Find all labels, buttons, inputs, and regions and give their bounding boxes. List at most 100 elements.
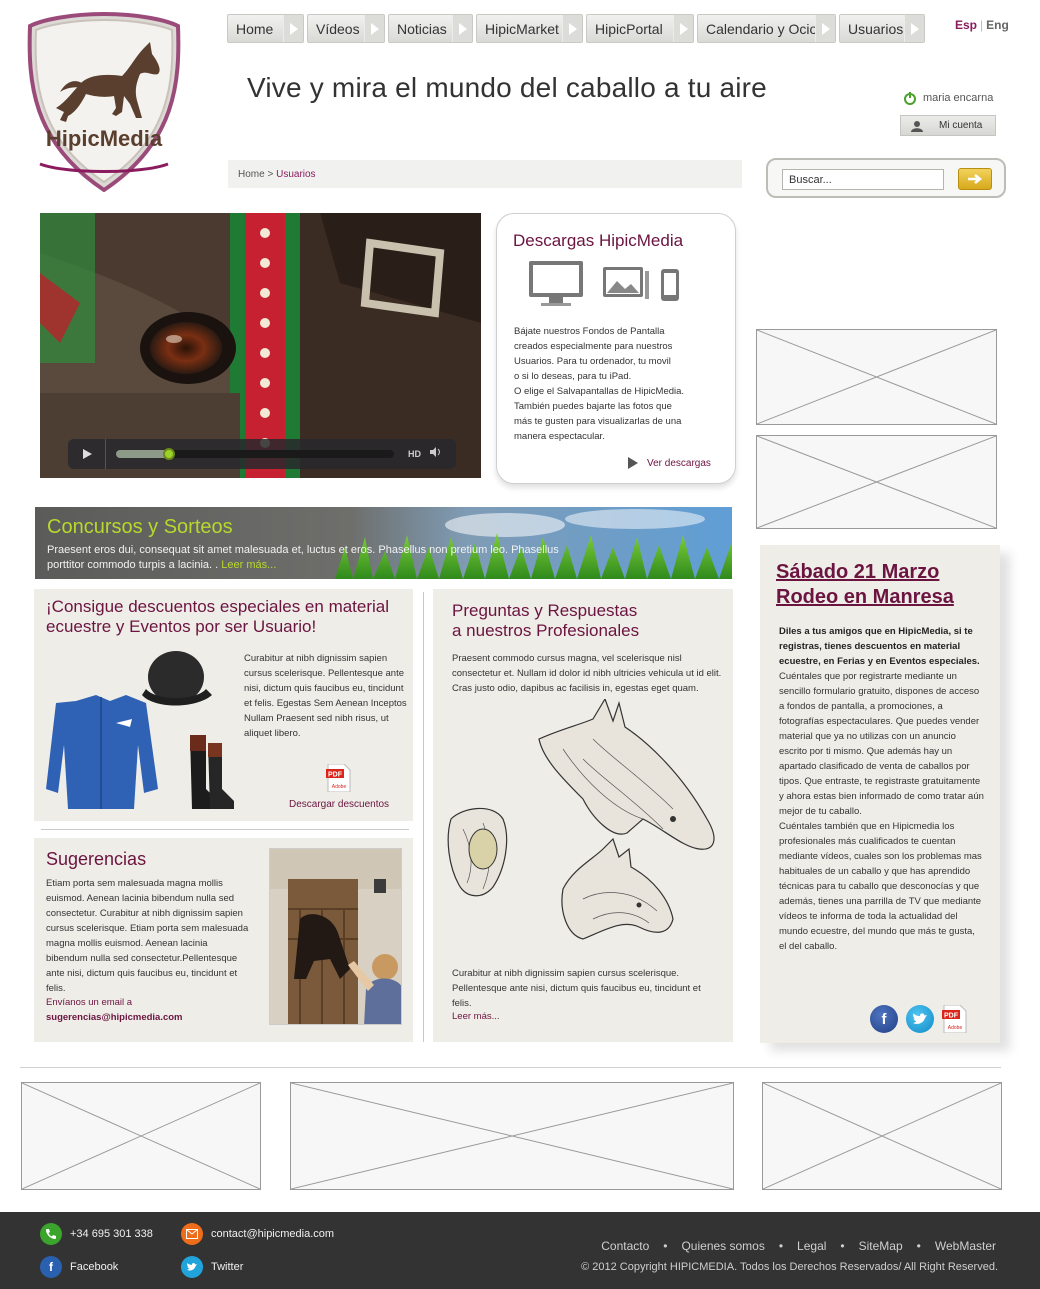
main-nav: Home Vídeos Noticias HipicMarket HipicPo… bbox=[227, 14, 925, 43]
search-button[interactable] bbox=[958, 168, 992, 190]
nav-videos[interactable]: Vídeos bbox=[307, 14, 385, 43]
nav-hipicmarket[interactable]: HipicMarket bbox=[476, 14, 583, 43]
volume-button[interactable] bbox=[429, 445, 441, 463]
event-text-body: Cuéntales que por registrarte mediante u… bbox=[779, 671, 984, 817]
chevron-right-icon bbox=[815, 15, 835, 42]
pdf-adobe-label: Adobe bbox=[948, 1025, 963, 1031]
divider bbox=[423, 592, 424, 1042]
nav-usuarios[interactable]: Usuarios bbox=[839, 14, 925, 43]
nav-label: Calendario y Ocio bbox=[706, 20, 818, 37]
suggestions-email-link[interactable]: sugerencias@hipicmedia.com bbox=[46, 1012, 183, 1023]
event-text-bold: Diles a tus amigos que en HipicMedia, si… bbox=[779, 626, 980, 667]
nav-home[interactable]: Home bbox=[227, 14, 304, 43]
riding-jacket bbox=[46, 695, 158, 809]
event-text: Diles a tus amigos que en HipicMedia, si… bbox=[779, 624, 984, 954]
faq-text-secondary: Curabitur at nibh dignissim sapien cursu… bbox=[452, 968, 701, 1009]
footer-link-webmaster[interactable]: WebMaster bbox=[935, 1239, 996, 1253]
breadcrumb: Home > Usuarios bbox=[228, 160, 742, 188]
divider bbox=[41, 829, 409, 830]
lang-eng[interactable]: Eng bbox=[986, 18, 1009, 32]
faq-read-more-link[interactable]: Leer más... bbox=[452, 1011, 500, 1022]
ad-placeholder-1 bbox=[756, 329, 997, 425]
faq-title-line: Preguntas y Respuestas bbox=[452, 601, 638, 620]
footer-link-separator: • bbox=[663, 1239, 668, 1253]
footer-link-separator: • bbox=[778, 1239, 784, 1253]
twitter-icon[interactable] bbox=[906, 1005, 934, 1033]
contests-description: Praesent eros dui, consequat sit amet ma… bbox=[47, 544, 559, 571]
hd-toggle[interactable]: HD bbox=[408, 449, 421, 459]
footer-facebook[interactable]: f Facebook bbox=[40, 1256, 118, 1278]
discounts-title: ¡Consigue descuentos especiales en mater… bbox=[46, 597, 390, 636]
video-progress-handle[interactable] bbox=[162, 448, 175, 460]
video-progress-bar[interactable] bbox=[116, 448, 394, 460]
search-input[interactable] bbox=[782, 169, 944, 190]
footer-link-sitemap[interactable]: SiteMap bbox=[859, 1239, 903, 1253]
chevron-right-icon bbox=[904, 15, 924, 42]
suggestions-email-intro: Envíanos un email a bbox=[46, 997, 133, 1008]
svg-text:PDF: PDF bbox=[328, 772, 343, 779]
page-tagline: Vive y mira el mundo del caballo a tu ai… bbox=[247, 72, 767, 103]
event-text-body-2: Cuéntales también que en Hipicmedia los … bbox=[779, 821, 982, 952]
nav-label: Home bbox=[236, 20, 274, 37]
logo-text: HipicMedia bbox=[46, 126, 163, 151]
footer-link-legal[interactable]: Legal bbox=[797, 1239, 826, 1253]
ad-placeholder-3 bbox=[21, 1082, 261, 1190]
lang-esp[interactable]: Esp bbox=[955, 18, 977, 32]
suggestions-title: Sugerencias bbox=[46, 849, 147, 869]
my-account-button[interactable]: Mi cuenta bbox=[900, 115, 996, 136]
riding-boots bbox=[190, 735, 234, 809]
ad-placeholder-2 bbox=[756, 435, 997, 529]
contests-banner[interactable]: Concursos y Sorteos Praesent eros dui, c… bbox=[35, 507, 732, 579]
pdf-icon[interactable]: PDF Adobe bbox=[942, 1004, 968, 1034]
facebook-icon[interactable]: f bbox=[870, 1005, 898, 1033]
download-discounts-link[interactable]: Descargar descuentos bbox=[289, 799, 389, 810]
chevron-right-icon bbox=[673, 15, 693, 42]
suggestions-email-block: Envíanos un email a sugerencias@hipicmed… bbox=[46, 995, 183, 1025]
contests-read-more-link[interactable]: Leer más... bbox=[221, 559, 276, 571]
nav-label: Usuarios bbox=[848, 20, 904, 37]
downloads-line: Bájate nuestros Fondos de Pantalla bbox=[514, 326, 665, 337]
breadcrumb-home[interactable]: Home bbox=[238, 169, 265, 180]
pdf-icon[interactable]: PDF Adobe bbox=[326, 763, 352, 793]
footer-email[interactable]: contact@hipicmedia.com bbox=[181, 1223, 334, 1245]
footer-phone-label: +34 695 301 338 bbox=[70, 1228, 153, 1240]
suggestions-panel: Sugerencias Etiam porta sem malesuada ma… bbox=[34, 838, 413, 1042]
video-player[interactable]: HD bbox=[40, 213, 481, 478]
view-downloads-link[interactable]: Ver descargas bbox=[627, 456, 711, 470]
chevron-right-icon bbox=[364, 15, 384, 42]
video-controls: HD bbox=[68, 439, 456, 469]
suggestions-text: Etiam porta sem malesuada magna mollis e… bbox=[46, 878, 249, 994]
footer-link-contacto[interactable]: Contacto bbox=[601, 1239, 649, 1253]
footer-twitter[interactable]: Twitter bbox=[181, 1256, 243, 1278]
svg-text:PDF: PDF bbox=[944, 1013, 959, 1020]
mail-icon bbox=[181, 1223, 203, 1245]
user-status[interactable]: maria encarna bbox=[903, 91, 993, 105]
lang-separator: | bbox=[980, 18, 984, 32]
downloads-line: creados especialmente para nuestros bbox=[514, 341, 673, 352]
nav-noticias[interactable]: Noticias bbox=[388, 14, 473, 43]
breadcrumb-current[interactable]: Usuarios bbox=[276, 169, 315, 180]
event-share-icons: f PDF Adobe bbox=[870, 1004, 968, 1034]
downloads-text: Bájate nuestros Fondos de Pantalla cread… bbox=[514, 324, 714, 444]
footer-link-quienes-somos[interactable]: Quienes somos bbox=[681, 1239, 764, 1253]
device-icons bbox=[529, 261, 679, 306]
horse-anatomy-illustration bbox=[443, 699, 723, 961]
volume-icon bbox=[430, 447, 440, 457]
nav-hipicportal[interactable]: HipicPortal bbox=[586, 14, 694, 43]
nav-label: HipicPortal bbox=[595, 20, 663, 37]
downloads-line: manera espectacular. bbox=[514, 431, 605, 442]
equestrian-gear-image bbox=[46, 651, 234, 809]
footer-link-separator: • bbox=[840, 1239, 845, 1253]
nav-label: Noticias bbox=[397, 20, 447, 37]
event-title[interactable]: Sábado 21 Marzo Rodeo en Manresa bbox=[776, 560, 991, 610]
play-button[interactable] bbox=[68, 439, 106, 469]
nav-calendario[interactable]: Calendario y Ocio bbox=[697, 14, 836, 43]
play-arrow-icon bbox=[628, 457, 638, 469]
downloads-line: más te gusten para visualizarlas de una bbox=[514, 416, 682, 427]
footer-copyright: © 2012 Copyright HIPICMEDIA. Todos los D… bbox=[581, 1261, 998, 1273]
pdf-adobe-label: Adobe bbox=[332, 784, 347, 790]
footer-link-separator: • bbox=[916, 1239, 921, 1253]
logo[interactable]: HipicMedia bbox=[26, 11, 182, 193]
footer-phone[interactable]: +34 695 301 338 bbox=[40, 1223, 153, 1245]
ad-placeholder-4 bbox=[290, 1082, 734, 1190]
